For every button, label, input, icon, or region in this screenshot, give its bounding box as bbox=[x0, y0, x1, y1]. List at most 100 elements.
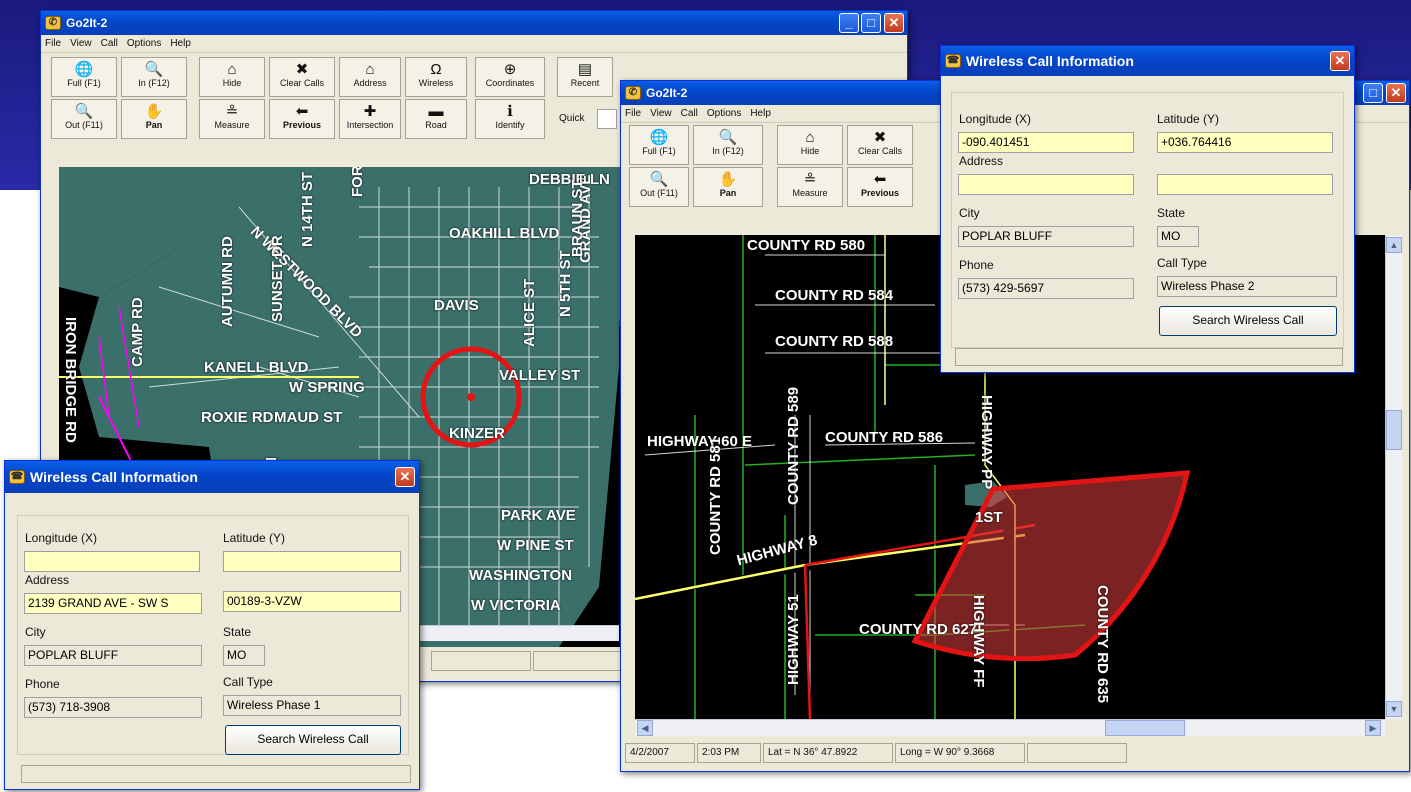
minimize-button[interactable]: _ bbox=[839, 13, 859, 33]
map-label: HIGHWAY 60 E bbox=[647, 433, 753, 450]
address-field-2[interactable] bbox=[1157, 174, 1333, 195]
pan-button[interactable]: ✋ Pan bbox=[693, 167, 763, 207]
calltype-field[interactable]: Wireless Phase 1 bbox=[223, 695, 401, 716]
maximize-button[interactable]: □ bbox=[861, 13, 881, 33]
intersection-button[interactable]: ✚ Intersection bbox=[339, 99, 401, 139]
map-label: HIGHWAY PP bbox=[978, 395, 995, 490]
address-field[interactable] bbox=[958, 174, 1134, 195]
out-f11-button[interactable]: 🔍 Out (F11) bbox=[629, 167, 689, 207]
map-label: BRAUN ST bbox=[569, 179, 586, 258]
wireless-button[interactable]: Ω Wireless bbox=[405, 57, 467, 97]
longitude-field[interactable] bbox=[24, 551, 200, 572]
state-field[interactable]: MO bbox=[223, 645, 265, 666]
in-f12-button[interactable]: 🔍 In (F12) bbox=[693, 125, 763, 165]
info-bottom-close-button[interactable]: ✕ bbox=[395, 467, 415, 487]
latitude-field[interactable]: +036.764416 bbox=[1157, 132, 1333, 153]
toolbar-label: Previous bbox=[282, 120, 322, 130]
menu-file[interactable]: File bbox=[45, 38, 61, 49]
scroll-hthumb[interactable] bbox=[1105, 720, 1185, 736]
clear-calls-button[interactable]: ✖ Clear Calls bbox=[847, 125, 913, 165]
full-f1-button[interactable]: 🌐 Full (F1) bbox=[629, 125, 689, 165]
map-label: KANELL BLVD bbox=[204, 359, 309, 376]
toolbar-label: Out (F11) bbox=[640, 188, 678, 198]
out-f11-button[interactable]: 🔍 Out (F11) bbox=[51, 99, 117, 139]
hide-button[interactable]: ⌂ Hide bbox=[199, 57, 265, 97]
info-bottom-titlebar[interactable]: ☎ Wireless Call Information ✕ bbox=[5, 461, 419, 493]
address-field[interactable]: 2139 GRAND AVE - SW S bbox=[24, 593, 202, 614]
full-f1-button[interactable]: 🌐 Full (F1) bbox=[51, 57, 117, 97]
search-wireless-call-button[interactable]: Search Wireless Call bbox=[1159, 306, 1337, 336]
in-f12-button[interactable]: 🔍 In (F12) bbox=[121, 57, 187, 97]
menu-options[interactable]: Options bbox=[707, 108, 741, 119]
state-label: State bbox=[223, 625, 252, 639]
search-wireless-call-button[interactable]: Search Wireless Call bbox=[225, 725, 401, 755]
scroll-thumb[interactable] bbox=[1386, 410, 1402, 450]
map-label: COUNTY RD 584 bbox=[775, 287, 894, 304]
quick-input[interactable] bbox=[597, 109, 617, 129]
phone-field[interactable]: (573) 718-3908 bbox=[24, 697, 202, 718]
phone-icon: ☎ bbox=[945, 54, 961, 68]
menu-help[interactable]: Help bbox=[170, 38, 191, 49]
second-restore-button[interactable]: □ bbox=[1363, 83, 1383, 103]
recent-button[interactable]: ▤ Recent bbox=[557, 57, 613, 97]
pan-button[interactable]: ✋ Pan bbox=[121, 99, 187, 139]
map-label: SUNSET DR bbox=[269, 235, 286, 322]
menu-view[interactable]: View bbox=[650, 108, 672, 119]
zoom-in-icon: 🔍 bbox=[718, 129, 738, 146]
longitude-field[interactable]: -090.401451 bbox=[958, 132, 1134, 153]
previous-button[interactable]: ⬅ Previous bbox=[847, 167, 913, 207]
second-close-button[interactable]: ✕ bbox=[1386, 83, 1406, 103]
clear-calls-icon: ✖ bbox=[295, 61, 309, 78]
map-label: W VICTORIA bbox=[471, 597, 561, 614]
main-titlebar[interactable]: ✆ Go2It-2 _ □ ✕ bbox=[41, 11, 907, 35]
measure-button[interactable]: ≗ Measure bbox=[199, 99, 265, 139]
address-label: Address bbox=[25, 573, 70, 587]
city-field[interactable]: POPLAR BLUFF bbox=[958, 226, 1134, 247]
info-top-close-button[interactable]: ✕ bbox=[1330, 51, 1350, 71]
scroll-down-arrow[interactable]: ▼ bbox=[1386, 701, 1402, 717]
road-button[interactable]: ▬ Road bbox=[405, 99, 467, 139]
menu-call[interactable]: Call bbox=[101, 38, 118, 49]
scroll-left-arrow[interactable]: ◀ bbox=[637, 720, 653, 736]
info-top-titlebar[interactable]: ☎ Wireless Call Information ✕ bbox=[941, 46, 1354, 76]
close-button[interactable]: ✕ bbox=[884, 13, 904, 33]
toolbar-label: Identify bbox=[495, 120, 525, 130]
map-label: IRON BRIDGE RD bbox=[62, 317, 79, 443]
map-label: COUNTY RD 580 bbox=[747, 237, 866, 254]
latitude-field[interactable] bbox=[223, 551, 401, 572]
phone-field[interactable]: (573) 429-5697 bbox=[958, 278, 1134, 299]
map-label: N 5TH ST bbox=[557, 250, 574, 317]
menu-call[interactable]: Call bbox=[681, 108, 698, 119]
menu-help[interactable]: Help bbox=[750, 108, 771, 119]
toolbar-label: Clear Calls bbox=[279, 78, 324, 88]
toolbar-label: Intersection bbox=[346, 120, 394, 130]
state-field[interactable]: MO bbox=[1157, 226, 1199, 247]
map-label: COUNTY RD 589 bbox=[785, 386, 802, 505]
address-field-2[interactable]: 00189-3-VZW bbox=[223, 591, 401, 612]
phone-label: Phone bbox=[959, 258, 994, 272]
zoom-out-icon: 🔍 bbox=[74, 103, 94, 120]
second-horizontal-scrollbar[interactable]: ◀ ▶ bbox=[635, 719, 1385, 736]
calltype-field[interactable]: Wireless Phase 2 bbox=[1157, 276, 1337, 297]
scroll-up-arrow[interactable]: ▲ bbox=[1386, 237, 1402, 253]
identify-button[interactable]: ℹ Identify bbox=[475, 99, 545, 139]
toolbar-label: Hide bbox=[222, 78, 242, 88]
scroll-right-arrow[interactable]: ▶ bbox=[1365, 720, 1381, 736]
info-top-statusbar bbox=[955, 348, 1343, 366]
address-icon: ⌂ bbox=[365, 61, 375, 78]
menu-options[interactable]: Options bbox=[127, 38, 161, 49]
menu-file[interactable]: File bbox=[625, 108, 641, 119]
address-button[interactable]: ⌂ Address bbox=[339, 57, 401, 97]
map-label: HIGHWAY 51 bbox=[785, 594, 802, 685]
map-label: COUNTY RD 627 bbox=[859, 621, 978, 638]
menu-view[interactable]: View bbox=[70, 38, 92, 49]
city-field[interactable]: POPLAR BLUFF bbox=[24, 645, 202, 666]
second-vertical-scrollbar[interactable]: ▲ ▼ bbox=[1385, 235, 1402, 719]
previous-button[interactable]: ⬅ Previous bbox=[269, 99, 335, 139]
recent-icon: ▤ bbox=[577, 61, 593, 78]
measure-button[interactable]: ≗ Measure bbox=[777, 167, 843, 207]
quick-label: Quick bbox=[559, 113, 585, 124]
hide-button[interactable]: ⌂ Hide bbox=[777, 125, 843, 165]
coordinates-button[interactable]: ⊕ Coordinates bbox=[475, 57, 545, 97]
clear-calls-button[interactable]: ✖ Clear Calls bbox=[269, 57, 335, 97]
